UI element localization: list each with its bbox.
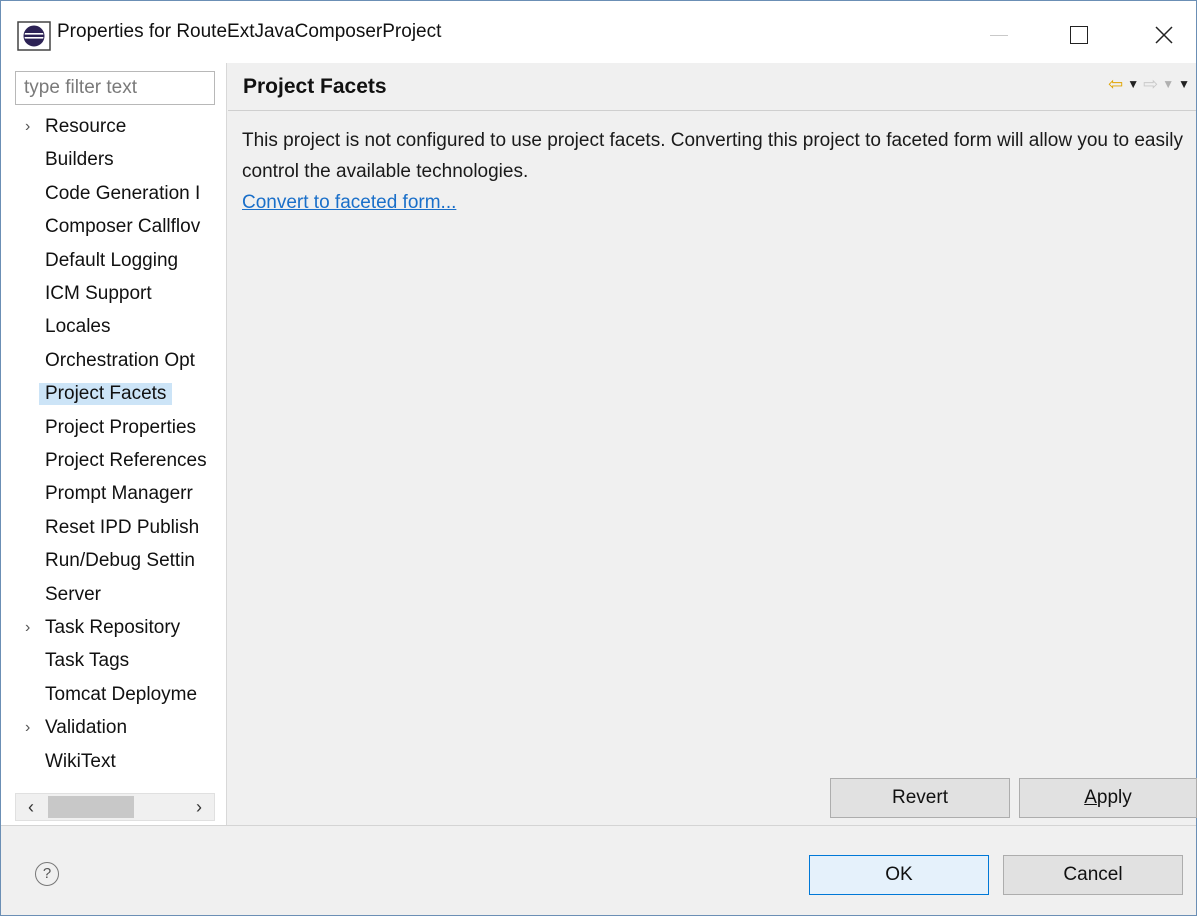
expand-chevron-icon[interactable]: › [25,118,39,136]
tree-item[interactable]: › Resource [1,113,227,143]
tree-item-label: Composer Callflov [45,216,201,238]
expand-chevron-icon[interactable]: › [25,719,39,737]
tree-item-label: Run/Debug Settin [45,550,195,572]
minimize-icon [990,34,1008,36]
convert-to-faceted-link[interactable]: Convert to faceted form... [242,192,456,214]
title-bar: Properties for RouteExtJavaComposerProje… [1,1,1196,63]
dialog-button-bar: ? OK Cancel [1,825,1196,915]
maximize-button[interactable] [1056,15,1102,55]
scroll-left-icon[interactable]: ‹ [20,796,42,818]
revert-button[interactable]: Revert [830,778,1010,818]
tree-item-label: Code Generation I [45,182,201,204]
tree-item[interactable]: Tomcat Deployme [1,681,227,711]
scroll-thumb[interactable] [48,796,134,818]
tree-item[interactable]: › Validation [1,714,227,744]
apply-button-label: Apply [1084,787,1132,808]
minimize-button[interactable] [976,15,1022,55]
tree-item-label: Project References [45,450,207,471]
filter-input[interactable] [15,71,215,105]
tree-item-label: Task Repository [45,617,181,638]
tree-item[interactable]: Project References [1,447,227,477]
tree-item-label: Project Properties [45,416,197,438]
tree-item-label: Server [45,583,101,605]
tree-item[interactable]: Orchestration Opt [1,347,227,377]
tree-item[interactable]: Server [1,581,227,611]
tree-item[interactable]: Locales [1,313,227,343]
tree-item[interactable]: Prompt Managerr [1,480,227,510]
back-dropdown-icon[interactable]: ▼ [1127,77,1139,91]
page-title: Project Facets [243,75,387,98]
page-navigation: ⇦ ▼ ⇨ ▼ ▼ [1108,73,1190,95]
ok-button[interactable]: OK [809,855,989,895]
tree-item-label: Task Tags [45,650,130,672]
tree-item[interactable]: › Task Repository [1,614,227,644]
tree-item-label: Reset IPD Publish [45,516,200,538]
tree-item-label: Prompt Managerr [45,483,193,505]
tree-item[interactable]: Project Facets [1,380,227,410]
tree-item-label: Tomcat Deployme [45,683,198,705]
facets-description: This project is not configured to use pr… [242,130,1183,182]
tree-item[interactable]: Composer Callflov [1,213,227,243]
tree-item-label: Default Logging [45,249,179,271]
back-arrow-icon[interactable]: ⇦ [1108,74,1123,95]
horizontal-scrollbar[interactable]: ‹ › [15,793,215,821]
expand-chevron-icon[interactable]: › [25,619,39,637]
tree-item-label: Builders [45,149,114,171]
tree-item-label: Project Facets [39,383,173,406]
tree-item[interactable]: Default Logging [1,247,227,277]
maximize-icon [1070,26,1088,44]
tree-item-label: Locales [45,316,111,338]
scroll-right-icon[interactable]: › [188,796,210,818]
property-page: Project Facets ⇦ ▼ ⇨ ▼ ▼ This project is… [228,63,1197,825]
apply-button[interactable]: Apply [1019,778,1197,818]
properties-dialog: Properties for RouteExtJavaComposerProje… [0,0,1197,916]
preference-tree-panel: › Resource Builders Code Generation I Compos… [1,63,227,825]
window-title: Properties for RouteExtJavaComposerProje… [57,21,442,42]
tree-item[interactable]: WikiText [1,748,227,778]
help-icon[interactable]: ? [35,862,59,886]
tree-item[interactable]: Task Tags [1,647,227,677]
forward-arrow-icon[interactable]: ⇨ [1143,74,1158,95]
close-icon [1155,26,1173,44]
tree-item[interactable]: Project Properties [1,414,227,444]
tree-item[interactable]: Code Generation I [1,180,227,210]
preference-tree: › Resource Builders Code Generation I Compos… [1,113,227,783]
cancel-button[interactable]: Cancel [1003,855,1183,895]
eclipse-app-icon [17,21,51,51]
tree-item[interactable]: ICM Support [1,280,227,310]
tree-item[interactable]: Reset IPD Publish [1,514,227,544]
page-header: Project Facets ⇦ ▼ ⇨ ▼ ▼ [228,63,1196,111]
tree-item[interactable]: Builders [1,146,227,176]
tree-item-label: Resource [45,116,127,137]
view-menu-icon[interactable]: ▼ [1178,77,1190,91]
tree-item-label: ICM Support [45,283,152,304]
tree-item-label: Orchestration Opt [45,349,195,371]
tree-item-label: WikiText [45,750,116,772]
close-button[interactable] [1141,15,1187,55]
tree-item[interactable]: Run/Debug Settin [1,547,227,577]
tree-item-label: Validation [45,717,128,739]
forward-dropdown-icon[interactable]: ▼ [1162,77,1174,91]
